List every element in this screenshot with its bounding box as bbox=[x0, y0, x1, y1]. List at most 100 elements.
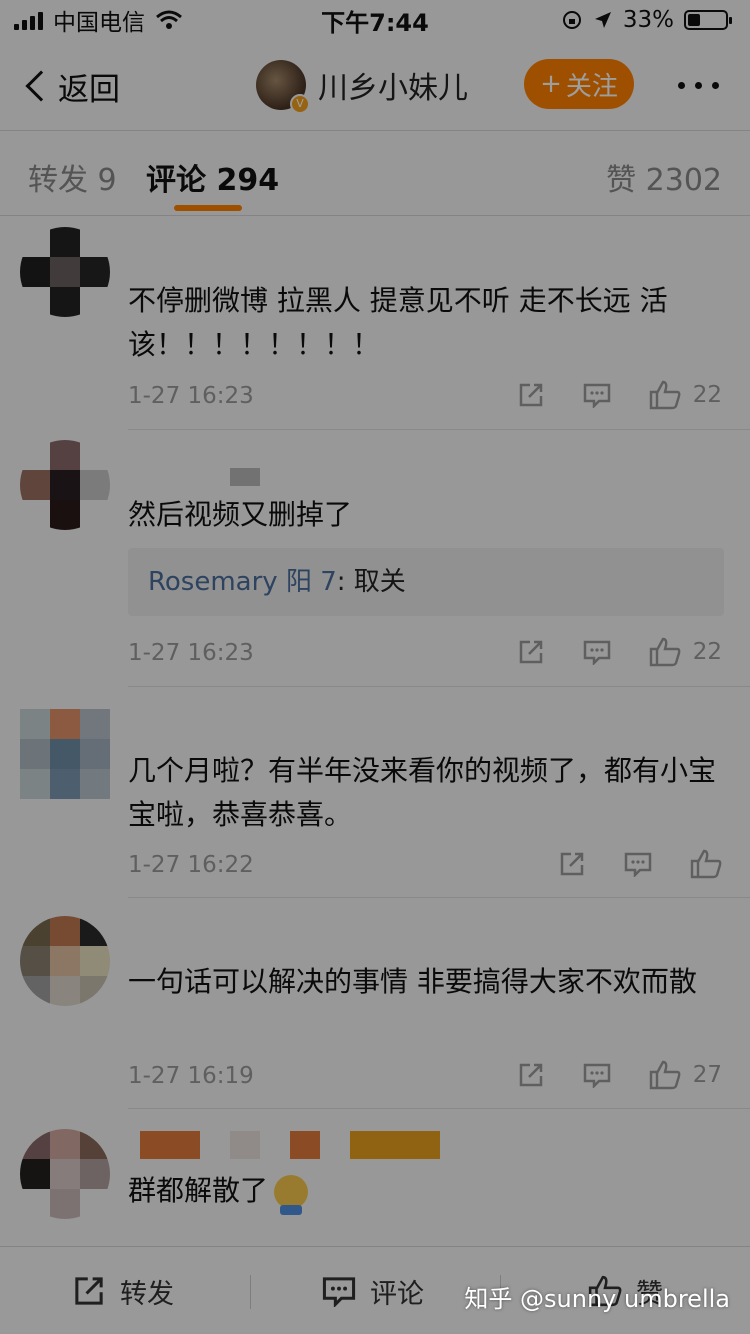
share-button[interactable] bbox=[517, 1061, 545, 1089]
comment-icon bbox=[583, 640, 610, 665]
avatar-pixel bbox=[20, 470, 50, 500]
comment-actions: 22 bbox=[479, 380, 722, 410]
comment-button[interactable]: 评论 bbox=[322, 1247, 424, 1334]
comment-icon bbox=[624, 852, 652, 877]
reply-button[interactable] bbox=[583, 639, 611, 665]
nav-user[interactable]: V 川乡小妹儿 bbox=[256, 60, 468, 114]
watermark: 知乎 @sunny umbrella bbox=[464, 1285, 730, 1313]
avatar-pixel bbox=[50, 769, 80, 799]
avatar-pixel bbox=[80, 769, 110, 799]
avatar-pixel bbox=[20, 287, 50, 317]
battery-icon bbox=[684, 10, 732, 30]
thumbs-up-icon bbox=[690, 849, 722, 879]
comment-text: 群都解散了 bbox=[128, 1169, 720, 1215]
like-button[interactable]: 22 bbox=[649, 637, 722, 667]
avatar-pixel bbox=[50, 1129, 80, 1159]
tab-indicator bbox=[174, 205, 242, 211]
avatar-pixel bbox=[20, 500, 50, 530]
reply-username[interactable]: Rosemary 阳 7 bbox=[148, 567, 337, 597]
avatar[interactable] bbox=[20, 1129, 110, 1219]
avatar-pixel bbox=[20, 769, 50, 799]
username-blurred[interactable] bbox=[230, 468, 260, 486]
avatar-pixel bbox=[20, 1159, 50, 1189]
follow-button[interactable]: + 关注 bbox=[524, 59, 634, 109]
comment-time: 1-27 16:19 bbox=[128, 1063, 254, 1089]
location-icon bbox=[594, 12, 611, 28]
avatar-pixel bbox=[80, 470, 110, 500]
comment-time: 1-27 16:23 bbox=[128, 640, 254, 666]
avatar-pixel bbox=[80, 287, 110, 317]
repost-label: 转发 bbox=[120, 1278, 174, 1310]
avatar-pixel bbox=[80, 946, 110, 976]
tab-repost[interactable]: 转发 9 bbox=[28, 155, 117, 199]
avatar-pixel bbox=[50, 470, 80, 500]
nav-bar: 返回 V 川乡小妹儿 + 关注 bbox=[0, 44, 750, 128]
signal-icon bbox=[14, 10, 43, 30]
avatar-pixel bbox=[50, 709, 80, 739]
avatar-pixel bbox=[80, 739, 110, 769]
share-icon bbox=[519, 640, 542, 664]
reply-button[interactable] bbox=[583, 382, 611, 408]
thumbs-up-icon bbox=[649, 637, 681, 667]
share-icon bbox=[75, 1277, 103, 1305]
comment-list: 不停删微博 拉黑人 提意见不听 走不长远 活该！！！！！！！！ 1-27 16:… bbox=[0, 217, 750, 1289]
battery-percent: 33% bbox=[622, 7, 674, 33]
avatar-pixel bbox=[50, 227, 80, 257]
comment-item: 群都解散了 bbox=[0, 1109, 750, 1289]
comment-text: 然后视频又删掉了 bbox=[128, 498, 353, 531]
like-count: 27 bbox=[692, 1062, 722, 1088]
share-button[interactable] bbox=[558, 850, 586, 878]
tab-bar: 转发 9 评论 294 赞 2302 bbox=[0, 130, 750, 216]
like-button[interactable]: 22 bbox=[649, 380, 722, 410]
screen: 中国电信 下午7:44 33% 返回 V 川乡小妹儿 + 关注 转发 9 评论 … bbox=[0, 0, 750, 1334]
avatar[interactable]: V bbox=[256, 60, 310, 114]
share-icon bbox=[519, 383, 542, 407]
share-button[interactable] bbox=[517, 381, 545, 409]
status-bar: 中国电信 下午7:44 33% bbox=[0, 0, 750, 40]
avatar-pixel bbox=[50, 976, 80, 1006]
avatar-pixel bbox=[20, 257, 50, 287]
comment-actions: 22 bbox=[479, 637, 722, 667]
reply-button[interactable] bbox=[624, 851, 652, 877]
avatar-pixel bbox=[80, 709, 110, 739]
avatar-pixel bbox=[50, 946, 80, 976]
more-icon[interactable] bbox=[678, 82, 719, 89]
comment-icon bbox=[322, 1277, 356, 1307]
avatar[interactable] bbox=[20, 227, 110, 317]
avatar-pixel bbox=[50, 440, 80, 470]
back-button[interactable]: 返回 bbox=[22, 64, 120, 109]
verified-badge: V bbox=[290, 94, 310, 114]
like-button[interactable] bbox=[690, 849, 722, 879]
tab-likes[interactable]: 赞 2302 bbox=[606, 155, 722, 199]
username-blurred[interactable] bbox=[140, 1131, 440, 1159]
comment-icon bbox=[583, 1063, 610, 1088]
like-button[interactable]: 27 bbox=[649, 1060, 722, 1090]
repost-button[interactable]: 转发 bbox=[72, 1247, 174, 1334]
share-button[interactable] bbox=[517, 638, 545, 666]
reply-preview[interactable]: Rosemary 阳 7: 取关 bbox=[128, 548, 724, 616]
comment-text: 几个月啦？有半年没来看你的视频了，都有小宝宝啦，恭喜恭喜。 bbox=[128, 754, 717, 831]
avatar[interactable] bbox=[20, 916, 110, 1006]
thumbs-up-icon bbox=[649, 380, 681, 410]
comment-actions bbox=[520, 849, 722, 879]
comment-actions: 27 bbox=[479, 1060, 722, 1090]
reply-button[interactable] bbox=[583, 1062, 611, 1088]
avatar-pixel bbox=[20, 946, 50, 976]
page-title: 川乡小妹儿 bbox=[318, 71, 468, 106]
tab-comments[interactable]: 评论 294 bbox=[146, 155, 279, 199]
comment-item: 不停删微博 拉黑人 提意见不听 走不长远 活该！！！！！！！！ 1-27 16:… bbox=[0, 217, 750, 430]
comment-time: 1-27 16:22 bbox=[128, 852, 254, 878]
avatar-pixel bbox=[20, 440, 50, 470]
avatar-pixel bbox=[50, 1159, 80, 1189]
avatar-pixel bbox=[50, 287, 80, 317]
comment-text-value: 群都解散了 bbox=[128, 1174, 269, 1207]
follow-label: 关注 bbox=[565, 71, 618, 102]
avatar-pixel bbox=[80, 500, 110, 530]
like-count: 22 bbox=[692, 382, 722, 408]
avatar-pixel bbox=[80, 1159, 110, 1189]
avatar-pixel bbox=[50, 739, 80, 769]
divider bbox=[250, 1275, 251, 1309]
avatar-pixel bbox=[80, 916, 110, 946]
avatar[interactable] bbox=[20, 440, 110, 530]
avatar[interactable] bbox=[20, 709, 110, 799]
